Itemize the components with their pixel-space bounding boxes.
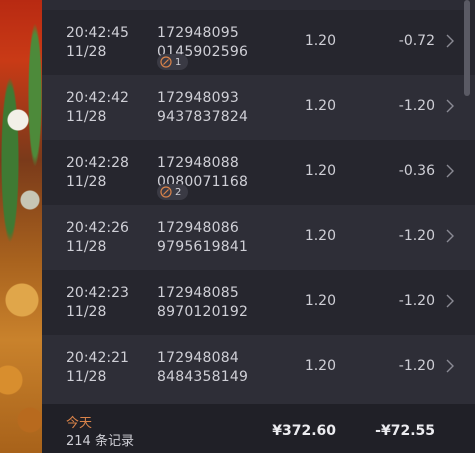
time-cell: 20:42:28 11/28 (66, 154, 129, 192)
order-id-cell: 172948084 8484358149 (157, 349, 248, 387)
price-cell: 1.20 (304, 358, 336, 374)
background-food-photo (0, 0, 42, 453)
discount-badge: 1 (157, 54, 189, 70)
row-time: 20:42:23 (66, 285, 129, 301)
row-date: 11/28 (66, 304, 107, 320)
row-time: 20:42:21 (66, 350, 129, 366)
order-id-part2: 8484358149 (157, 369, 249, 385)
total-amount: -¥72.55 (375, 423, 435, 439)
table-row[interactable]: 20:42:26 11/28 172948086 9795619841 1.20… (42, 205, 475, 270)
scrollbar-thumb[interactable] (464, 0, 470, 96)
row-time: 20:42:28 (66, 155, 129, 171)
row-time: 20:42:26 (66, 220, 129, 236)
time-cell: 20:42:21 11/28 (66, 349, 129, 387)
chevron-right-icon[interactable] (445, 34, 455, 48)
record-count: 214 条记录 (66, 434, 134, 449)
price-cell: 1.20 (304, 33, 336, 49)
today-label: 今天 (66, 416, 93, 431)
chevron-right-icon[interactable] (445, 359, 455, 373)
row-date: 11/28 (66, 239, 107, 255)
row-time: 20:42:45 (66, 25, 129, 41)
order-id-cell: 172948093 9437837824 (157, 89, 248, 127)
order-id-part1: 172948086 (157, 220, 239, 236)
order-id-part2: 9437837824 (157, 109, 249, 125)
table-row[interactable]: 20:42:42 11/28 172948093 9437837824 1.20… (42, 75, 475, 140)
discount-tag-icon (160, 186, 172, 198)
time-cell: 20:42:26 11/28 (66, 219, 129, 257)
order-id-part1: 172948095 (157, 25, 239, 41)
amount-cell: -1.20 (398, 293, 435, 309)
row-date: 11/28 (66, 44, 107, 60)
order-id-part2: 9795619841 (157, 239, 249, 255)
order-id-part1: 172948084 (157, 350, 239, 366)
time-cell: 20:42:45 11/28 (66, 24, 129, 62)
price-cell: 1.20 (304, 293, 336, 309)
row-date: 11/28 (66, 109, 107, 125)
chevron-right-icon[interactable] (445, 164, 455, 178)
order-id-part1: 172948088 (157, 155, 239, 171)
amount-cell: -0.36 (398, 163, 435, 179)
chevron-right-icon[interactable] (445, 99, 455, 113)
total-price: ¥372.60 (272, 423, 336, 439)
row-date: 11/28 (66, 174, 107, 190)
summary-footer: 今天 214 条记录 ¥372.60 -¥72.55 (42, 404, 475, 453)
list-top-edge (42, 0, 475, 10)
order-id-cell: 172948086 9795619841 (157, 219, 248, 257)
price-cell: 1.20 (304, 163, 336, 179)
order-id-part2: 8970120192 (157, 304, 249, 320)
table-row[interactable]: 20:42:28 11/28 172948088 0080071168 2 1.… (42, 140, 475, 205)
table-row[interactable]: 20:42:23 11/28 172948085 8970120192 1.20… (42, 270, 475, 335)
time-cell: 20:42:23 11/28 (66, 284, 129, 322)
app-window: 20:42:45 11/28 172948095 0145902596 1 1.… (0, 0, 475, 453)
chevron-right-icon[interactable] (445, 294, 455, 308)
price-cell: 1.20 (304, 228, 336, 244)
amount-cell: -1.20 (398, 358, 435, 374)
amount-cell: -1.20 (398, 228, 435, 244)
badge-count: 1 (175, 56, 182, 68)
table-row[interactable]: 20:42:21 11/28 172948084 8484358149 1.20… (42, 335, 475, 404)
chevron-right-icon[interactable] (445, 229, 455, 243)
transaction-list-panel: 20:42:45 11/28 172948095 0145902596 1 1.… (42, 0, 475, 453)
discount-badge: 2 (157, 184, 189, 200)
discount-tag-icon (160, 56, 172, 68)
time-cell: 20:42:42 11/28 (66, 89, 129, 127)
badge-count: 2 (175, 186, 182, 198)
row-time: 20:42:42 (66, 90, 129, 106)
table-row[interactable]: 20:42:45 11/28 172948095 0145902596 1 1.… (42, 10, 475, 75)
amount-cell: -1.20 (398, 98, 435, 114)
amount-cell: -0.72 (398, 33, 435, 49)
order-id-part1: 172948093 (157, 90, 239, 106)
row-date: 11/28 (66, 369, 107, 385)
price-cell: 1.20 (304, 98, 336, 114)
order-id-cell: 172948085 8970120192 (157, 284, 248, 322)
order-id-part1: 172948085 (157, 285, 239, 301)
